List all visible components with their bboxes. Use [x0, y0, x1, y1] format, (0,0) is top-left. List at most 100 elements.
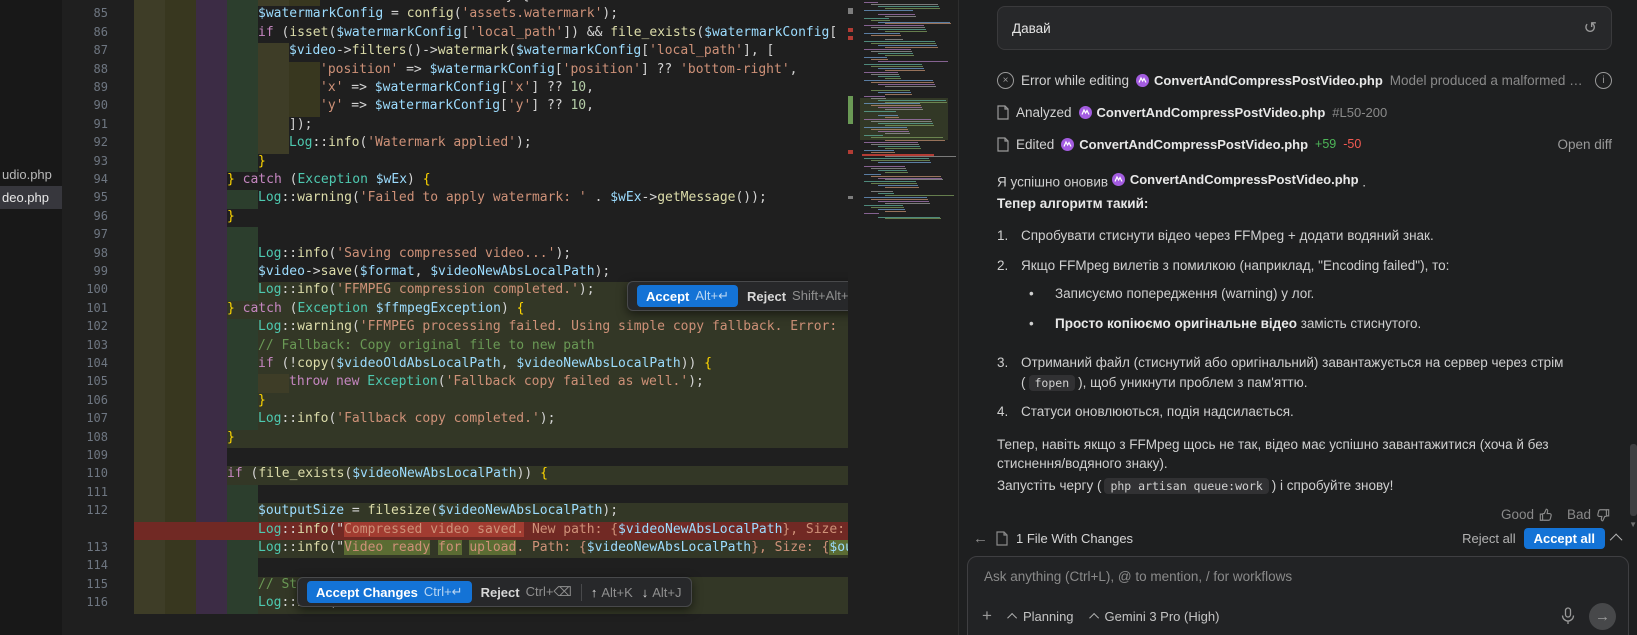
event-label: Analyzed: [1016, 105, 1072, 120]
inline-diff-toolbar: AcceptAlt+↵ RejectShift+Alt+⌫: [627, 281, 848, 311]
add-context-button[interactable]: +: [982, 606, 992, 626]
minimap[interactable]: [860, 2, 948, 227]
bullet-item: •Записуємо попередження (warning) у лог.: [1023, 284, 1449, 304]
file-chip[interactable]: ConvertAndCompressPostVideo.php: [1079, 105, 1326, 120]
message-subtitle: Тепер алгоритм такий:: [997, 194, 1612, 214]
chevron-up-icon: [1089, 612, 1099, 622]
assistant-message: Я успішно оновив ConvertAndCompressPostV…: [997, 170, 1612, 495]
open-diff-button[interactable]: Open diff: [1557, 137, 1612, 152]
chat-input[interactable]: Ask anything (Ctrl+L), @ to mention, / f…: [967, 556, 1629, 635]
file-chip[interactable]: ConvertAndCompressPostVideo.php: [1136, 73, 1383, 88]
reject-button[interactable]: RejectShift+Alt+⌫: [747, 288, 848, 304]
php-file-icon: [1136, 74, 1149, 87]
php-file-icon: [1112, 173, 1125, 186]
code-line: 88'position' => $watermarkConfig['positi…: [62, 62, 848, 80]
code-line: 96}: [62, 209, 848, 227]
accept-button[interactable]: AcceptAlt+↵: [637, 285, 738, 307]
event-row-edited: Edited ConvertAndCompressPostVideo.php +59…: [997, 128, 1612, 160]
code-line: 98Log::info('Saving compressed video...'…: [62, 246, 848, 264]
info-icon[interactable]: i: [1595, 72, 1612, 89]
message-intro: Я успішно оновив ConvertAndCompressPostV…: [997, 170, 1612, 192]
code-line: 104if (!copy($videoOldAbsLocalPath, $vid…: [62, 356, 848, 374]
thumb-down-icon: [1596, 508, 1610, 522]
code-editor[interactable]: y {85$watermarkConfig = config('assets.w…: [62, 0, 848, 635]
restore-checkpoint-icon[interactable]: ↺: [1584, 18, 1597, 38]
nav-next-button[interactable]: ↓Alt+J: [642, 585, 682, 600]
code-line: 105throw new Exception('Fallback copy fa…: [62, 374, 848, 392]
nav-prev-button[interactable]: ↑Alt+K: [591, 585, 633, 600]
event-detail: Model produced a malformed edit that t..…: [1390, 73, 1588, 88]
model-selector[interactable]: Gemini 3 Pro (High): [1092, 609, 1220, 624]
sidebar-item-video-file[interactable]: deo.php: [0, 186, 64, 209]
user-message-text: Давай: [1012, 21, 1051, 36]
accept-all-button[interactable]: Accept all: [1524, 528, 1605, 549]
line-range: #L50-200: [1332, 105, 1387, 120]
feedback-bad-button[interactable]: Bad: [1567, 507, 1610, 522]
code-line: 112$outputSize = filesize($videoNewAbsLo…: [62, 503, 848, 521]
collapse-chevron-icon[interactable]: [1610, 533, 1623, 546]
code-line: 107Log::info('Fallback copy completed.')…: [62, 411, 848, 429]
reject-changes-button[interactable]: RejectCtrl+⌫: [481, 584, 572, 600]
code-line: Log::info("Compressed video saved. New p…: [62, 522, 848, 540]
file-chip[interactable]: ConvertAndCompressPostVideo.php: [1061, 137, 1308, 152]
chat-input-placeholder: Ask anything (Ctrl+L), @ to mention, / f…: [984, 569, 1292, 584]
file-sidebar: udio.php deo.php: [0, 0, 62, 635]
list-item: 3.Отриманий файл (стиснутий або оригінал…: [997, 353, 1612, 392]
php-file-icon: [1079, 106, 1092, 119]
scroll-down-icon[interactable]: ▼: [1629, 520, 1637, 529]
event-list: ×Error while editingConvertAndCompressPo…: [959, 64, 1637, 160]
ordered-list: 1.Спробувати стиснути відео через FFMpeg…: [997, 226, 1612, 422]
message-outro2: Запустіть чергу (php artisan queue:work)…: [997, 476, 1612, 496]
back-arrow-icon[interactable]: ←: [973, 530, 988, 547]
code-line: 110if (file_exists($videoNewAbsLocalPath…: [62, 466, 848, 484]
code-line: 89'x' => $watermarkConfig['x'] ?? 10,: [62, 80, 848, 98]
doc-icon: [997, 137, 1009, 152]
diff-added-count: +59: [1315, 137, 1336, 151]
code-line: 103// Fallback: Copy original file to ne…: [62, 338, 848, 356]
changes-label: 1 File With Changes: [1016, 531, 1133, 546]
thumb-up-icon: [1539, 508, 1553, 522]
bottom-diff-toolbar: Accept ChangesCtrl+↵ RejectCtrl+⌫ ↑Alt+K…: [297, 577, 692, 607]
code-line: 87$video->filters()->watermark($watermar…: [62, 43, 848, 61]
code-line: 95Log::warning('Failed to apply watermar…: [62, 190, 848, 208]
diff-removed-count: -50: [1343, 137, 1361, 151]
code-line: 90'y' => $watermarkConfig['y'] ?? 10,: [62, 98, 848, 116]
code-line: 85$watermarkConfig = config('assets.wate…: [62, 6, 848, 24]
minimap-zone: [848, 0, 958, 635]
user-message-bubble[interactable]: Давай ↺: [997, 6, 1612, 50]
input-controls: + Planning Gemini 3 Pro (High) →: [982, 601, 1616, 631]
reject-all-button[interactable]: Reject all: [1462, 531, 1515, 546]
event-row-error: ×Error while editingConvertAndCompressPo…: [997, 64, 1612, 96]
message-outro: Тепер, навіть якщо з FFMpeg щось не так,…: [997, 435, 1612, 474]
chat-panel: Давай ↺ ×Error while editingConvertAndCo…: [958, 0, 1637, 635]
event-row-analyzed: Analyzed ConvertAndCompressPostVideo.php #…: [997, 96, 1612, 128]
ide-window: udio.php deo.php y {85$watermarkConfig =…: [0, 0, 1637, 635]
list-item: 2.Якщо FFMpeg вилетів з помилкою (наприк…: [997, 256, 1612, 344]
code-line: 111: [62, 485, 848, 503]
code-line: 114: [62, 558, 848, 576]
accept-changes-button[interactable]: Accept ChangesCtrl+↵: [307, 581, 472, 603]
list-item: 4.Статуси оновлюються, подія надсилаєтьс…: [997, 402, 1612, 422]
code-line: 108}: [62, 430, 848, 448]
inline-code: php artisan queue:work: [1104, 478, 1268, 494]
code-line: 92Log::info('Watermark applied');: [62, 135, 848, 153]
php-file-icon: [1061, 138, 1074, 151]
feedback-row: Good Bad: [959, 507, 1610, 522]
mode-selector[interactable]: Planning: [1010, 609, 1074, 624]
changes-bar: ← 1 File With Changes Reject all Accept …: [959, 524, 1626, 552]
divider: [581, 584, 582, 601]
sidebar-item-audio-file[interactable]: udio.php: [0, 163, 64, 186]
code-line: 97: [62, 227, 848, 245]
file-chip[interactable]: ConvertAndCompressPostVideo.php: [1112, 170, 1359, 190]
code-line: 109: [62, 448, 848, 466]
mic-icon[interactable]: [1561, 607, 1575, 625]
code-line: 99$video->save($format, $videoNewAbsLoca…: [62, 264, 848, 282]
code-line: 106}: [62, 393, 848, 411]
chat-scrollbar-thumb[interactable]: [1630, 444, 1637, 516]
send-button[interactable]: →: [1589, 603, 1616, 630]
event-label: Edited: [1016, 137, 1054, 152]
feedback-good-button[interactable]: Good: [1501, 507, 1553, 522]
overview-ruler: [848, 0, 854, 300]
doc-icon: [996, 531, 1008, 546]
code-line: 113Log::info("Video ready for upload. Pa…: [62, 540, 848, 558]
